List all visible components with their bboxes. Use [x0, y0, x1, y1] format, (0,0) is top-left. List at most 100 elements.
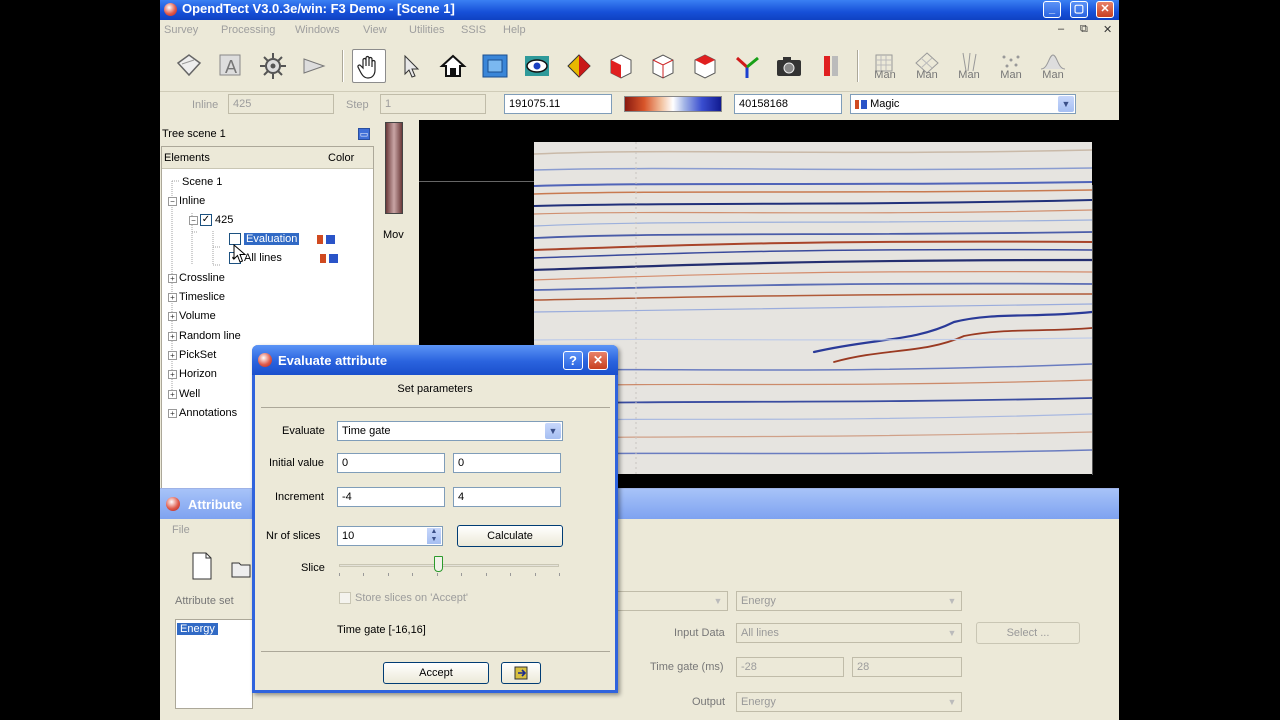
minimize-button[interactable]: _: [1043, 1, 1061, 18]
tree-item-inline-425[interactable]: − ✓ 425: [189, 214, 233, 227]
store-slices-label: Store slices on 'Accept': [355, 592, 469, 604]
color-swatch: [319, 253, 338, 263]
menu-view[interactable]: View: [363, 24, 387, 36]
time-gate-stop-value: 28: [857, 661, 870, 673]
tree-item-scene[interactable]: Scene 1: [182, 176, 222, 188]
menu-processing[interactable]: Processing: [221, 24, 275, 36]
camera-view-button[interactable]: [520, 49, 554, 83]
tree-item-crossline[interactable]: + Crossline: [168, 272, 225, 284]
tree-item-timeslice[interactable]: + Timeslice: [168, 291, 225, 303]
tree-item-annotations[interactable]: + Annotations: [168, 407, 237, 419]
close-icon[interactable]: ✕: [588, 351, 608, 370]
menu-utilities[interactable]: Utilities: [409, 24, 444, 36]
attribute-list-item[interactable]: Energy: [177, 623, 218, 635]
expand-icon[interactable]: +: [168, 274, 177, 283]
view-mode-button[interactable]: [352, 49, 386, 83]
tree-title-bar: Tree scene 1 ▭: [160, 124, 375, 144]
tree-item-pickset[interactable]: + PickSet: [168, 349, 216, 361]
expand-icon[interactable]: +: [168, 390, 177, 399]
input-data-select[interactable]: All lines ▼: [736, 623, 962, 643]
expand-icon[interactable]: +: [168, 312, 177, 321]
slice-slider-thumb[interactable]: [434, 556, 443, 572]
increment-stop-field[interactable]: 4: [453, 487, 561, 507]
view-timeslice-button[interactable]: [688, 49, 722, 83]
evaluate-select[interactable]: Time gate ▼: [337, 421, 563, 441]
survey-box-button[interactable]: [172, 49, 206, 83]
view-crossline-button[interactable]: [646, 49, 680, 83]
man-horizon-button[interactable]: Man: [1036, 49, 1070, 83]
menu-ssis[interactable]: SSIS: [461, 24, 486, 36]
view-inline-button[interactable]: [604, 49, 638, 83]
arrow-pointer-icon: [404, 54, 420, 78]
tree-item-well[interactable]: + Well: [168, 388, 200, 400]
snapshot-button[interactable]: [772, 49, 806, 83]
expand-icon[interactable]: +: [168, 409, 177, 418]
tree-item-horizon[interactable]: + Horizon: [168, 368, 217, 380]
home-view-button[interactable]: [436, 49, 470, 83]
increment-start-field[interactable]: -4: [337, 487, 445, 507]
mdi-minimize-button[interactable]: –: [1058, 23, 1064, 35]
mdi-close-button[interactable]: ✕: [1103, 23, 1112, 36]
accept-button[interactable]: Accept: [383, 662, 489, 684]
tree-item-random-line[interactable]: + Random line: [168, 330, 241, 342]
output-select[interactable]: Energy ▼: [736, 692, 962, 712]
slice-slider-track[interactable]: [339, 564, 559, 567]
store-slices-checkbox[interactable]: Store slices on 'Accept': [339, 592, 469, 605]
button-label: Accept: [419, 667, 453, 679]
nr-slices-spinbox[interactable]: 10 ▲ ▼: [337, 526, 443, 546]
select-input-button[interactable]: Select ...: [976, 622, 1080, 644]
initial-start-field[interactable]: 0: [337, 453, 445, 473]
attribute-type-select[interactable]: ▼: [600, 591, 728, 611]
spin-arrows-icon[interactable]: ▲ ▼: [427, 528, 441, 544]
undock-icon[interactable]: ▭: [358, 128, 370, 140]
axis-button[interactable]: [730, 49, 764, 83]
collapse-icon[interactable]: −: [168, 197, 177, 206]
maximize-button[interactable]: ▢: [1070, 1, 1088, 18]
attribute-button[interactable]: A: [214, 49, 248, 83]
initial-stop-field[interactable]: 0: [453, 453, 561, 473]
time-gate-stop-field[interactable]: 28: [852, 657, 962, 677]
tree-item-volume[interactable]: + Volume: [168, 310, 216, 322]
title-bar[interactable]: OpendTect V3.0.3e/win: F3 Demo - [Scene …: [160, 0, 1119, 20]
interact-mode-button[interactable]: [394, 49, 428, 83]
mdi-restore-button[interactable]: ⧉: [1080, 23, 1088, 36]
thumbwheel[interactable]: [385, 122, 403, 214]
method-select[interactable]: Energy ▼: [736, 591, 962, 611]
dialog-title-bar[interactable]: Evaluate attribute ? ✕: [252, 345, 618, 375]
wizard-button[interactable]: [298, 49, 332, 83]
volume-processing-button[interactable]: [256, 49, 290, 83]
expand-icon[interactable]: +: [168, 351, 177, 360]
colorbar[interactable]: [624, 96, 722, 112]
menu-survey[interactable]: Survey: [164, 24, 198, 36]
expand-icon[interactable]: +: [168, 332, 177, 341]
colortable-swatch: [855, 99, 867, 109]
attribute-list[interactable]: Energy: [175, 619, 253, 709]
inline-spinbox[interactable]: 425: [228, 94, 334, 114]
man-crossline-button[interactable]: Man: [910, 49, 944, 83]
new-button[interactable]: [190, 551, 216, 583]
stereo-button[interactable]: [814, 49, 848, 83]
man-picks-button[interactable]: Man: [994, 49, 1028, 83]
man-inline-button[interactable]: Man: [868, 49, 902, 83]
menu-file[interactable]: File: [172, 524, 190, 536]
pick-button[interactable]: [562, 49, 596, 83]
time-gate-start-field[interactable]: -28: [736, 657, 844, 677]
coord-x-field[interactable]: 191075.11: [504, 94, 612, 114]
close-button[interactable]: ✕: [1096, 1, 1114, 18]
view-all-button[interactable]: [478, 49, 512, 83]
menu-help[interactable]: Help: [503, 24, 526, 36]
man-wells-button[interactable]: Man: [952, 49, 986, 83]
expand-icon[interactable]: +: [168, 293, 177, 302]
colortable-select[interactable]: Magic ▼: [850, 94, 1076, 114]
calculate-button[interactable]: Calculate: [457, 525, 563, 547]
expand-icon[interactable]: +: [168, 370, 177, 379]
menu-windows[interactable]: Windows: [295, 24, 340, 36]
cancel-button[interactable]: [501, 662, 541, 684]
cube-red-icon: [610, 54, 632, 79]
collapse-icon[interactable]: −: [189, 216, 198, 225]
tree-item-inline[interactable]: − Inline: [168, 195, 205, 207]
checkbox-checked-icon[interactable]: ✓: [200, 214, 212, 227]
coord-y-field[interactable]: 40158168: [734, 94, 842, 114]
step-spinbox[interactable]: 1: [380, 94, 486, 114]
help-icon[interactable]: ?: [563, 351, 583, 370]
